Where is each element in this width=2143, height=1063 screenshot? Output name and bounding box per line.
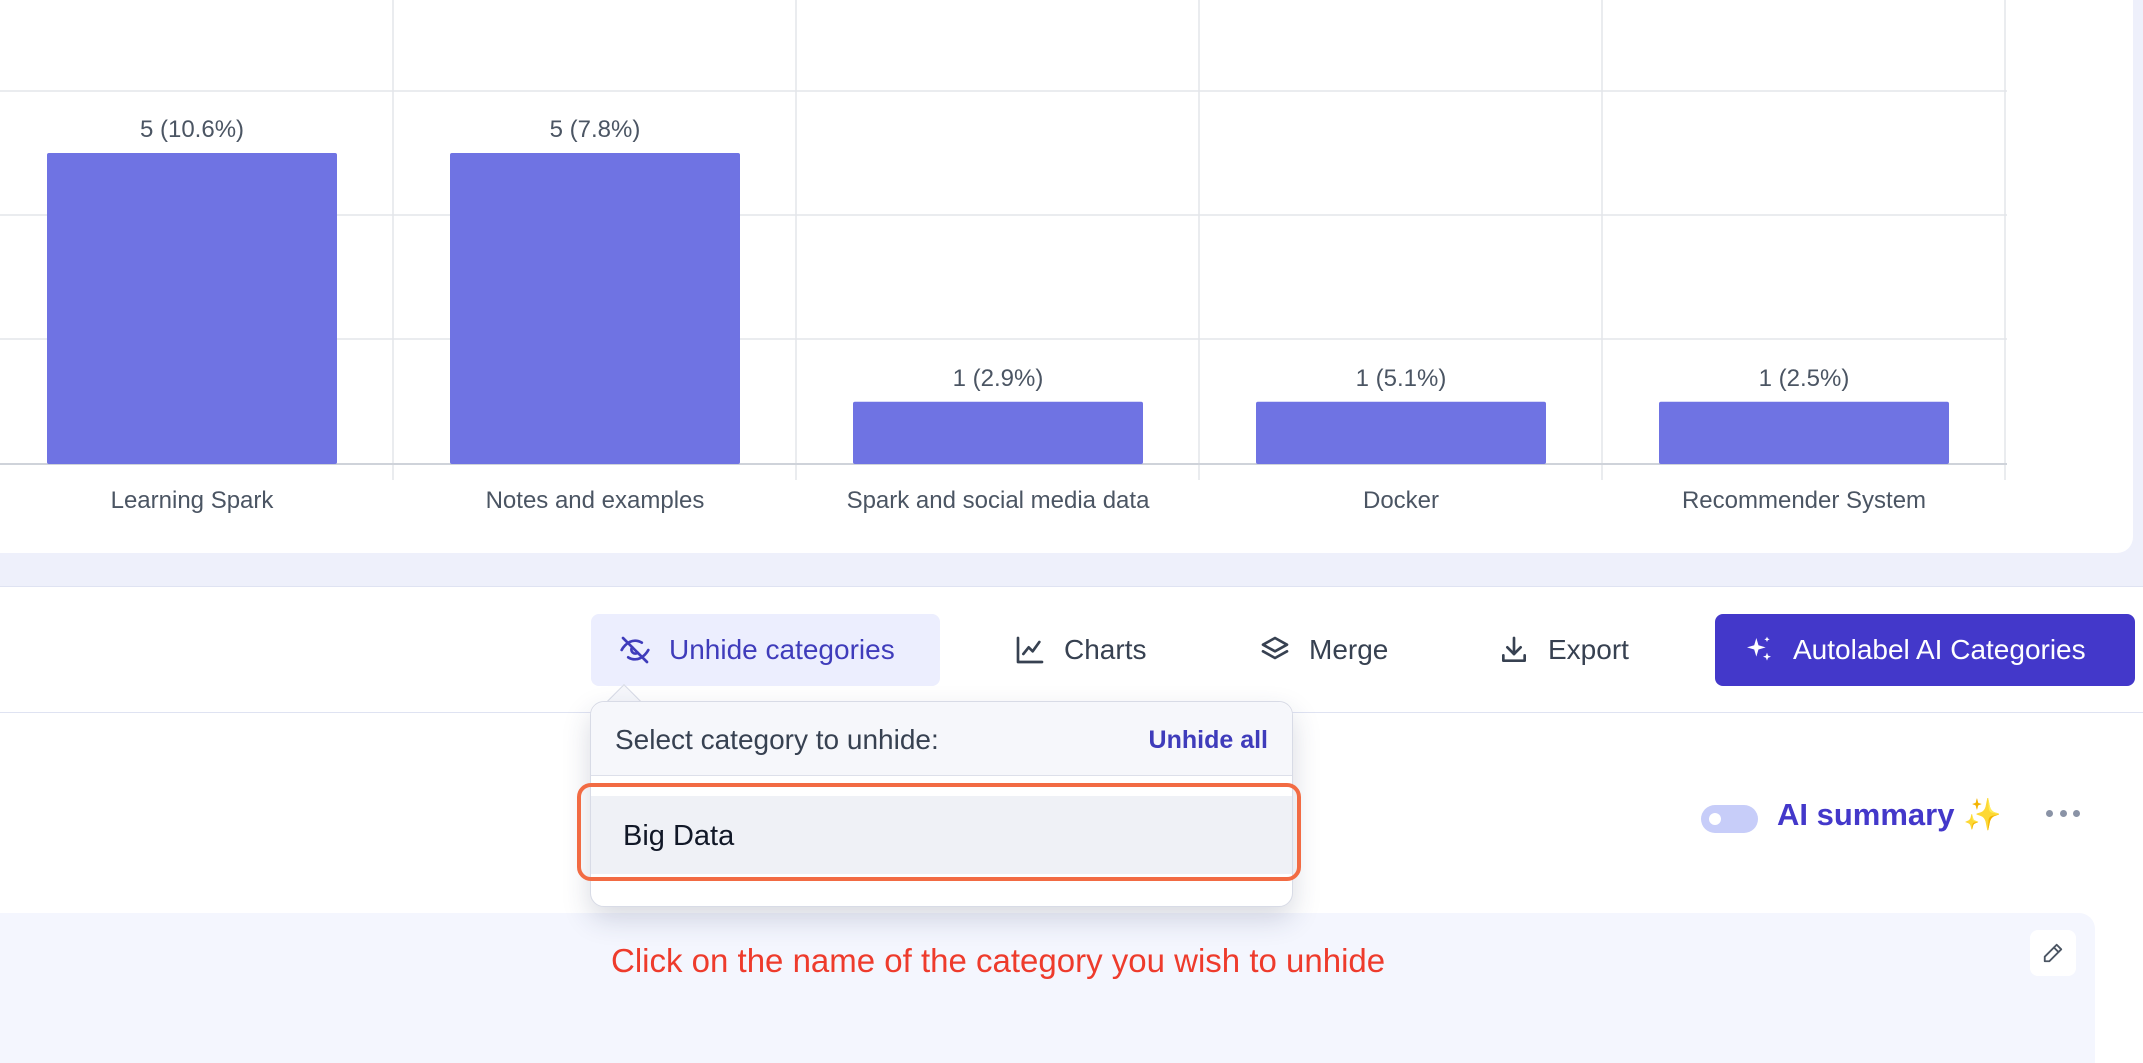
- export-label: Export: [1548, 634, 1629, 665]
- dropdown-header: Select category to unhide: Unhide all: [591, 702, 1292, 776]
- category-label: Spark and social media data: [847, 487, 1151, 514]
- autolabel-label: Autolabel AI Categories: [1793, 634, 2086, 665]
- category-label: Learning Spark: [111, 487, 275, 514]
- data-label: 1 (5.1%): [1356, 365, 1447, 392]
- more-options-icon[interactable]: [2046, 798, 2080, 828]
- unhide-all-button[interactable]: Unhide all: [1149, 726, 1268, 755]
- sparkles-icon: [1747, 636, 1771, 661]
- bar[interactable]: [47, 153, 337, 464]
- category-label: Recommender System: [1682, 487, 1926, 514]
- data-label: 1 (2.9%): [953, 365, 1044, 392]
- highlight-annotation: [577, 783, 1301, 881]
- instruction-annotation: Click on the name of the category you wi…: [611, 942, 1386, 979]
- download-icon: [1502, 636, 1526, 662]
- ai-summary-toggle[interactable]: [1701, 805, 1758, 833]
- data-label: 5 (10.6%): [140, 116, 244, 143]
- bar[interactable]: [1256, 401, 1546, 464]
- category-label: Docker: [1363, 487, 1439, 514]
- eye-off-icon: [620, 636, 650, 664]
- bar[interactable]: [450, 153, 740, 464]
- line-chart-icon: [1016, 636, 1044, 664]
- ai-summary-text: AI summary: [1777, 797, 1955, 832]
- unhide-categories-label: Unhide categories: [669, 634, 895, 665]
- category-label: Notes and examples: [486, 487, 705, 514]
- pencil-icon: [2043, 943, 2063, 963]
- export-button[interactable]: Export: [1498, 614, 1629, 686]
- ai-summary-label[interactable]: AI summary ✨: [1777, 796, 2002, 833]
- data-label: 5 (7.8%): [550, 116, 641, 143]
- summary-panel: [0, 913, 2095, 1063]
- merge-button[interactable]: Merge: [1259, 614, 1388, 686]
- charts-button[interactable]: Charts: [1014, 614, 1146, 686]
- bar-chart: 5 (10.6%) Learning Spark 5 (7.8%) Notes and…: [0, 0, 2007, 514]
- sparkle-icon: ✨: [1963, 797, 2002, 832]
- bar[interactable]: [1659, 401, 1949, 464]
- layers-icon: [1261, 636, 1289, 660]
- bar[interactable]: [853, 401, 1143, 464]
- edit-button[interactable]: [2030, 930, 2076, 976]
- merge-label: Merge: [1309, 634, 1389, 665]
- toolbar: Unhide categories Charts Merge Export Au…: [0, 586, 2143, 713]
- chart-card: 5 (10.6%) Learning Spark 5 (7.8%) Notes and…: [0, 0, 2133, 553]
- unhide-categories-button[interactable]: Unhide categories: [591, 614, 940, 686]
- data-label: 1 (2.5%): [1759, 365, 1850, 392]
- autolabel-ai-categories-button[interactable]: Autolabel AI Categories: [1715, 614, 2135, 686]
- charts-label: Charts: [1064, 634, 1147, 665]
- dropdown-title: Select category to unhide:: [615, 724, 939, 755]
